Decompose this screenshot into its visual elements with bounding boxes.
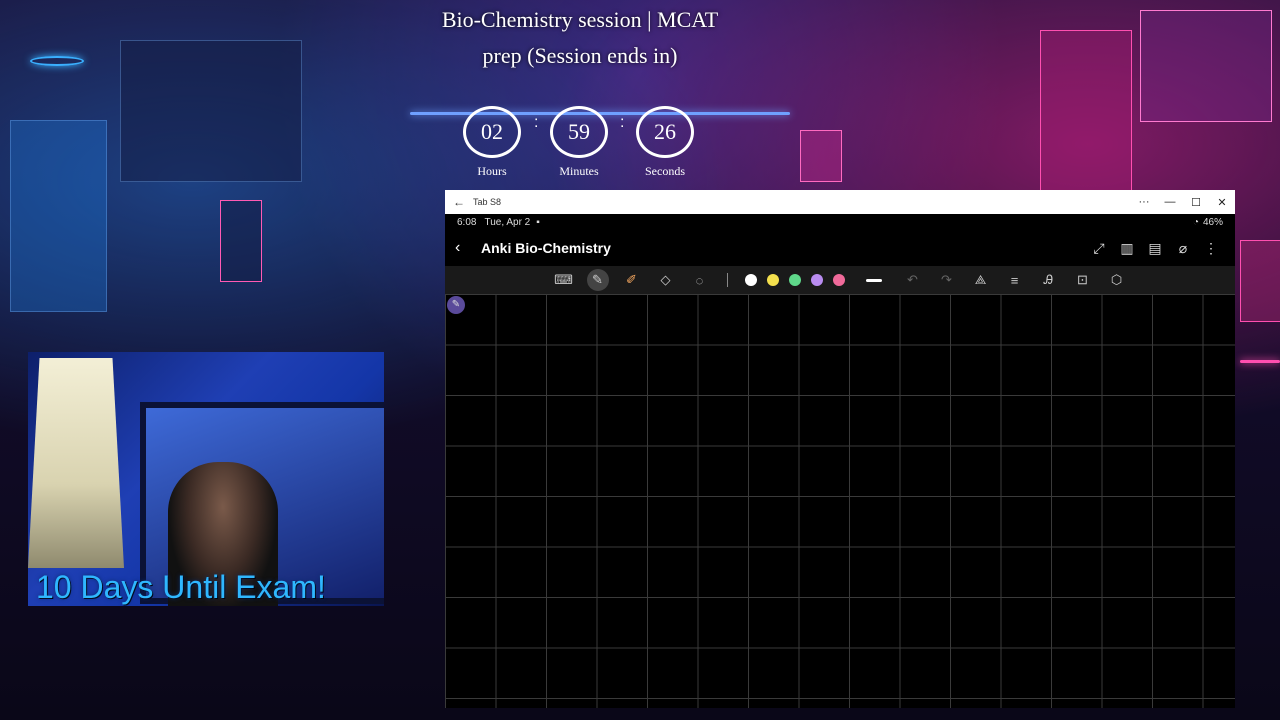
pen-color-swatch[interactable] xyxy=(744,274,757,286)
back-arrow-icon[interactable]: ‹ xyxy=(455,239,481,257)
lava-lamp xyxy=(28,358,124,568)
neon-sign xyxy=(800,130,842,182)
neon-wall-right xyxy=(1140,10,1272,122)
book-icon[interactable]: ▥ xyxy=(1113,240,1141,257)
webcam-feed: 10 Days Until Exam! xyxy=(28,352,384,606)
neon-panel xyxy=(220,200,262,282)
battery-level: 46% xyxy=(1202,216,1223,228)
text-box-icon[interactable]: ⊡ xyxy=(1068,269,1098,291)
timer-colon: : xyxy=(620,114,625,131)
status-date: Tue, Apr 2 xyxy=(484,216,531,228)
floating-pen-icon[interactable]: ✎ xyxy=(447,296,465,314)
ceiling-light xyxy=(30,56,84,66)
window-back-icon[interactable]: ← xyxy=(445,195,473,209)
keyboard-icon[interactable]: ⌨ xyxy=(549,269,579,291)
align-text-icon[interactable]: ≡ xyxy=(1000,269,1030,291)
drawing-toolbar: ⌨ ✎ ✐ ◇ ◌ ↶ ↷ ⟁ ≡ Ꭿ ⊡ ⬡ xyxy=(445,266,1235,294)
window-maximize-icon[interactable]: ☐ xyxy=(1183,196,1209,209)
highlighter-icon[interactable]: ✐ xyxy=(617,269,647,291)
app-header: ‹ Anki Bio-Chemistry ⤢ ▥ ▤ ⌀ ⋮ xyxy=(445,230,1235,266)
pen-color-swatch[interactable] xyxy=(766,274,779,286)
pen-color-swatch[interactable] xyxy=(832,274,845,286)
more-vert-icon[interactable]: ⋮ xyxy=(1197,240,1225,257)
notification-icon: ▪ xyxy=(536,216,540,228)
grid-canvas[interactable]: ✎ xyxy=(445,294,1235,708)
neon-screen-right xyxy=(1040,30,1132,192)
shape-pen-icon[interactable]: ⟁ xyxy=(966,269,996,291)
window-more-icon[interactable]: ··· xyxy=(1131,196,1157,208)
timer-seconds: 26 Seconds xyxy=(635,106,695,179)
hours-label: Hours xyxy=(477,164,507,178)
window-titlebar[interactable]: ← Tab S8 ··· — ☐ ✕ xyxy=(445,190,1235,214)
pen-color-swatch[interactable] xyxy=(788,274,801,286)
timer-hours: 02 Hours xyxy=(462,106,522,179)
background-shelf xyxy=(120,40,302,182)
eraser-icon[interactable]: ◇ xyxy=(651,269,681,291)
redo-icon[interactable]: ↷ xyxy=(932,269,962,291)
seconds-value: 26 xyxy=(636,106,694,158)
pen-tool-icon[interactable]: ✎ xyxy=(586,269,609,291)
text-style-icon[interactable]: Ꭿ xyxy=(1034,269,1064,291)
wifi-icon: ◔ xyxy=(1192,216,1199,228)
exam-countdown-text: 10 Days Until Exam! xyxy=(36,569,326,605)
toolbar-divider xyxy=(726,273,728,287)
neon-screen-left xyxy=(10,120,107,312)
neon-panel-right xyxy=(1240,240,1280,322)
expand-icon[interactable]: ⤢ xyxy=(1085,240,1113,257)
countdown-timer: 02 Hours : 59 Minutes : 26 Seconds xyxy=(462,106,702,179)
window-title: Tab S8 xyxy=(473,197,502,207)
undo-icon[interactable]: ↶ xyxy=(898,269,928,291)
page-icon[interactable]: ▤ xyxy=(1141,240,1169,257)
tablet-window[interactable]: ← Tab S8 ··· — ☐ ✕ 6:08 Tue, Apr 2 ▪ ◔ 4… xyxy=(445,190,1235,708)
session-title: Bio-Chemistry session | MCAT prep (Sessi… xyxy=(441,7,719,68)
seconds-label: Seconds xyxy=(645,164,685,178)
stroke-width-icon[interactable] xyxy=(865,278,882,282)
minutes-label: Minutes xyxy=(559,164,599,178)
paperclip-icon[interactable]: ⌀ xyxy=(1169,240,1197,257)
timer-minutes: 59 Minutes xyxy=(549,106,609,179)
pen-color-palette xyxy=(740,274,850,286)
pen-color-swatch[interactable] xyxy=(810,274,823,286)
lasso-icon[interactable]: ◌ xyxy=(685,269,715,291)
hours-value: 02 xyxy=(463,106,521,158)
neon-strip-right xyxy=(1240,360,1280,363)
timer-colon: : xyxy=(534,114,539,131)
status-time: 6:08 xyxy=(457,216,477,228)
minutes-value: 59 xyxy=(550,106,608,158)
window-close-icon[interactable]: ✕ xyxy=(1209,196,1235,209)
shapes-icon[interactable]: ⬡ xyxy=(1102,269,1132,291)
note-title: Anki Bio-Chemistry xyxy=(481,240,611,256)
window-minimize-icon[interactable]: — xyxy=(1157,196,1183,208)
device-status-bar: 6:08 Tue, Apr 2 ▪ ◔ 46% xyxy=(445,214,1235,230)
